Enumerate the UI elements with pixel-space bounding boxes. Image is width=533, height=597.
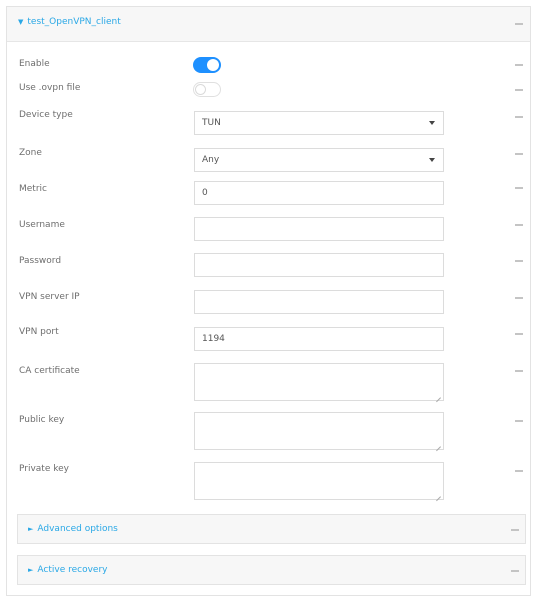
vpn-port-menu-icon[interactable]: [515, 333, 523, 335]
zone-value: Any: [202, 155, 220, 165]
zone-select[interactable]: Any: [194, 148, 444, 172]
openvpn-client-panel: ▼ test_OpenVPN_client Enable Use .ovpn fi…: [6, 6, 531, 596]
expand-arrow-icon: ▼: [18, 18, 24, 26]
username-label: Username: [19, 220, 65, 230]
vpn-server-ip-menu-icon[interactable]: [515, 297, 523, 299]
public-key-menu-icon[interactable]: [515, 420, 523, 422]
active-recovery-text: Active recovery: [37, 565, 108, 575]
metric-input[interactable]: 0: [194, 181, 444, 205]
vpn-port-value: 1194: [202, 334, 225, 344]
vpn-server-ip-input[interactable]: [194, 290, 444, 314]
active-recovery-title[interactable]: ► Active recovery: [28, 565, 107, 575]
device-type-menu-icon[interactable]: [515, 116, 523, 118]
active-recovery-section[interactable]: ► Active recovery: [17, 555, 526, 585]
enable-toggle[interactable]: [193, 57, 221, 73]
expand-arrow-icon: ►: [28, 566, 34, 574]
enable-label: Enable: [19, 59, 50, 69]
zone-label: Zone: [19, 148, 42, 158]
ca-certificate-textarea[interactable]: [194, 363, 444, 401]
password-menu-icon[interactable]: [515, 260, 523, 262]
resize-handle-icon[interactable]: [435, 441, 441, 447]
toggle-knob: [207, 59, 219, 71]
advanced-options-title[interactable]: ► Advanced options: [28, 524, 118, 534]
metric-value: 0: [202, 188, 208, 198]
use-ovpn-label: Use .ovpn file: [19, 83, 81, 93]
private-key-textarea[interactable]: [194, 462, 444, 500]
resize-handle-icon[interactable]: [435, 392, 441, 398]
device-type-select[interactable]: TUN: [194, 111, 444, 135]
vpn-port-label: VPN port: [19, 327, 59, 337]
password-input[interactable]: [194, 253, 444, 277]
advanced-options-section[interactable]: ► Advanced options: [17, 514, 526, 544]
advanced-options-text: Advanced options: [37, 524, 118, 534]
public-key-textarea[interactable]: [194, 412, 444, 450]
panel-header[interactable]: ▼ test_OpenVPN_client: [7, 7, 530, 42]
public-key-label: Public key: [19, 415, 65, 425]
metric-label: Metric: [19, 184, 47, 194]
private-key-label: Private key: [19, 464, 69, 474]
ca-certificate-label: CA certificate: [19, 366, 80, 376]
panel-menu-icon[interactable]: [515, 23, 523, 25]
panel-title[interactable]: ▼ test_OpenVPN_client: [18, 17, 121, 27]
resize-handle-icon[interactable]: [435, 491, 441, 497]
toggle-knob: [195, 84, 206, 95]
advanced-options-menu-icon[interactable]: [511, 529, 519, 531]
device-type-value: TUN: [202, 118, 221, 128]
password-label: Password: [19, 256, 62, 266]
expand-arrow-icon: ►: [28, 525, 34, 533]
enable-menu-icon[interactable]: [515, 64, 523, 66]
metric-menu-icon[interactable]: [515, 187, 523, 189]
chevron-down-icon: [429, 121, 435, 125]
vpn-server-ip-label: VPN server IP: [19, 292, 80, 302]
chevron-down-icon: [429, 158, 435, 162]
ca-certificate-menu-icon[interactable]: [515, 370, 523, 372]
use-ovpn-menu-icon[interactable]: [515, 89, 523, 91]
vpn-port-input[interactable]: 1194: [194, 327, 444, 351]
panel-title-text: test_OpenVPN_client: [27, 17, 121, 27]
username-menu-icon[interactable]: [515, 224, 523, 226]
active-recovery-menu-icon[interactable]: [511, 570, 519, 572]
username-input[interactable]: [194, 217, 444, 241]
private-key-menu-icon[interactable]: [515, 470, 523, 472]
device-type-label: Device type: [19, 110, 73, 120]
zone-menu-icon[interactable]: [515, 153, 523, 155]
use-ovpn-toggle[interactable]: [193, 82, 221, 97]
